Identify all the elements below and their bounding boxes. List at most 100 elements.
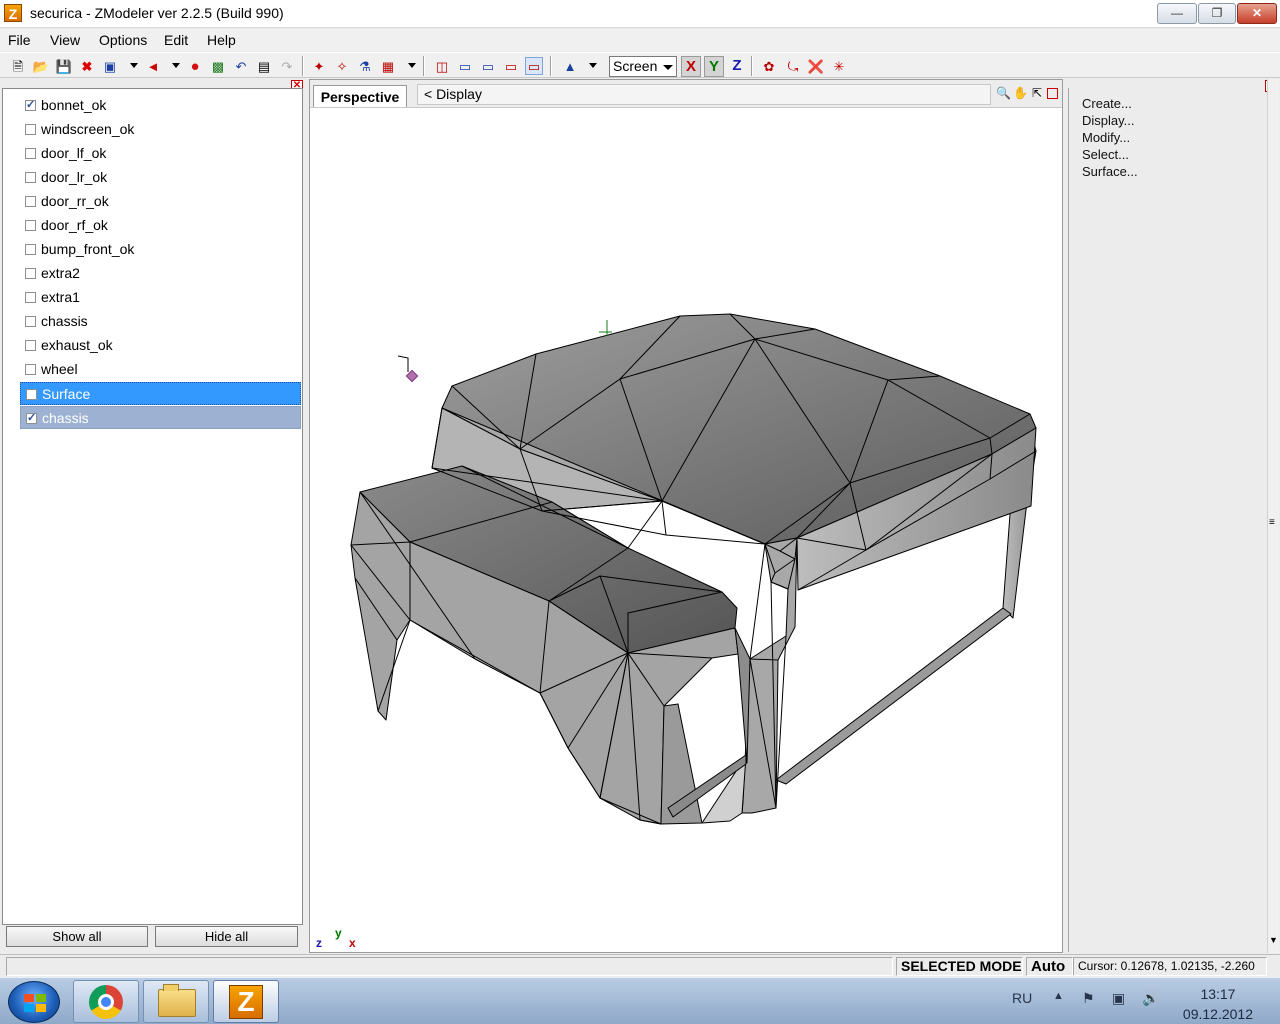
save-icon[interactable]: 💾 bbox=[55, 57, 73, 75]
vertex-mode-icon[interactable]: ◫ bbox=[433, 57, 451, 75]
command-item[interactable]: Select... bbox=[1082, 147, 1129, 162]
shape-dropdown-icon[interactable] bbox=[589, 63, 597, 68]
redo-icon[interactable]: ↷ bbox=[278, 57, 296, 75]
select-edge-icon[interactable]: ✧ bbox=[333, 57, 351, 75]
visibility-checkbox[interactable] bbox=[25, 220, 36, 231]
record-icon[interactable]: ● bbox=[186, 57, 204, 75]
command-item[interactable]: Surface... bbox=[1082, 164, 1138, 179]
view-select[interactable]: Screen bbox=[609, 56, 677, 77]
select-vertex-icon[interactable]: ✦ bbox=[310, 57, 328, 75]
start-button[interactable] bbox=[8, 981, 60, 1023]
scroll-down-icon[interactable]: ▼ bbox=[1269, 935, 1278, 945]
object-list-item[interactable]: door_rr_ok bbox=[20, 190, 301, 213]
object-list-item[interactable]: extra2 bbox=[20, 262, 301, 285]
face-mode-icon[interactable]: ▭ bbox=[479, 57, 497, 75]
object-list-item[interactable]: chassis bbox=[20, 310, 301, 333]
select-face-icon[interactable]: ▦ bbox=[379, 57, 397, 75]
clock[interactable]: 13:17 09.12.2012 bbox=[1183, 984, 1253, 1024]
object-list-item[interactable]: windscreen_ok bbox=[20, 118, 301, 141]
export-icon[interactable]: ▣ bbox=[101, 57, 119, 75]
export-dropdown-icon[interactable] bbox=[130, 63, 138, 68]
visibility-checkbox[interactable] bbox=[25, 316, 36, 327]
tray-expand-icon[interactable]: ▲ bbox=[1053, 990, 1064, 1002]
restore-button[interactable]: ❐ bbox=[1198, 3, 1236, 24]
volume-icon[interactable]: 🔊 bbox=[1142, 990, 1159, 1007]
object-list-item[interactable]: ✓ chassis bbox=[20, 406, 301, 429]
visibility-checkbox[interactable]: ✓ bbox=[25, 100, 36, 111]
menu-edit[interactable]: Edit bbox=[164, 32, 188, 48]
image-icon[interactable]: ▩ bbox=[209, 57, 227, 75]
display-breadcrumb[interactable]: < Display bbox=[417, 84, 991, 105]
visibility-checkbox[interactable] bbox=[25, 172, 36, 183]
objects-list[interactable]: ✓ bonnet_ok windscreen_ok door_lf_ok door_lr… bbox=[2, 88, 303, 925]
new-file-icon[interactable]: 🗎 bbox=[9, 57, 27, 75]
taskbar-zmodeler[interactable]: Z bbox=[213, 980, 279, 1023]
undo-icon[interactable]: ↶ bbox=[232, 57, 250, 75]
visibility-checkbox[interactable]: ✓ bbox=[26, 413, 37, 424]
object-list-item[interactable]: door_lf_ok bbox=[20, 142, 301, 165]
import-icon[interactable]: ◄ bbox=[144, 57, 162, 75]
tab-perspective[interactable]: Perspective bbox=[313, 85, 407, 107]
object-mode-icon[interactable]: ▭ bbox=[502, 57, 520, 75]
menu-file[interactable]: File bbox=[8, 32, 31, 48]
object-list-item[interactable]: door_lr_ok bbox=[20, 166, 301, 189]
delete-icon[interactable]: ✖ bbox=[78, 57, 96, 75]
object-list-item[interactable]: bump_front_ok bbox=[20, 238, 301, 261]
object-list-item[interactable]: ✓ bonnet_ok bbox=[20, 94, 301, 117]
walk-icon[interactable]: ⚗ bbox=[356, 57, 374, 75]
rotate-icon[interactable]: ❌ bbox=[807, 57, 825, 75]
axis-z-toggle[interactable]: Z bbox=[727, 56, 747, 77]
show-all-button[interactable]: Show all bbox=[6, 926, 148, 947]
minimize-button[interactable]: — bbox=[1157, 3, 1197, 24]
visibility-checkbox[interactable] bbox=[25, 268, 36, 279]
language-indicator[interactable]: RU bbox=[1012, 990, 1032, 1006]
command-item[interactable]: Modify... bbox=[1082, 130, 1130, 145]
maximize-viewport-icon[interactable] bbox=[1047, 88, 1058, 99]
network-icon[interactable]: ▣ bbox=[1112, 990, 1125, 1007]
cone-icon[interactable]: ▲ bbox=[561, 57, 579, 75]
visibility-checkbox[interactable] bbox=[25, 148, 36, 159]
notes-icon[interactable]: ▤ bbox=[255, 57, 273, 75]
menu-help[interactable]: Help bbox=[207, 32, 236, 48]
action-center-flag-icon[interactable]: ⚑ bbox=[1082, 990, 1095, 1007]
magnet-icon[interactable]: ✿ bbox=[760, 57, 778, 75]
open-folder-icon[interactable]: 📂 bbox=[32, 57, 50, 75]
object-list-item[interactable]: door_rf_ok bbox=[20, 214, 301, 237]
model-scene[interactable] bbox=[310, 108, 1062, 952]
visibility-checkbox[interactable] bbox=[25, 244, 36, 255]
visibility-checkbox[interactable] bbox=[25, 124, 36, 135]
visibility-checkbox[interactable] bbox=[25, 196, 36, 207]
viewport-perspective[interactable]: Perspective < Display 🔍 ✋ ⇱ z y x bbox=[309, 79, 1063, 953]
close-button[interactable]: ✕ bbox=[1237, 3, 1277, 24]
pan-hand-icon[interactable]: ✋ bbox=[1013, 86, 1028, 100]
import-dropdown-icon[interactable] bbox=[172, 63, 180, 68]
visibility-checkbox[interactable] bbox=[25, 340, 36, 351]
visibility-checkbox[interactable] bbox=[25, 364, 36, 375]
select-dropdown-icon[interactable] bbox=[408, 63, 416, 68]
edge-mode-icon[interactable]: ▭ bbox=[456, 57, 474, 75]
fit-view-icon[interactable]: ⇱ bbox=[1030, 86, 1044, 100]
command-item[interactable]: Create... bbox=[1082, 96, 1132, 111]
menu-options[interactable]: Options bbox=[99, 32, 147, 48]
taskbar-chrome[interactable] bbox=[73, 980, 139, 1023]
scale-icon[interactable]: ✳ bbox=[830, 57, 848, 75]
move-icon[interactable]: ⤿ bbox=[784, 57, 802, 75]
title-bar[interactable]: Z securica - ZModeler ver 2.2.5 (Build 9… bbox=[0, 0, 1280, 28]
menu-view[interactable]: View bbox=[50, 32, 80, 48]
object-list-item[interactable]: Surface bbox=[20, 382, 301, 405]
visibility-checkbox[interactable] bbox=[25, 292, 36, 303]
object-list-item[interactable]: exhaust_ok bbox=[20, 334, 301, 357]
hide-all-button[interactable]: Hide all bbox=[155, 926, 298, 947]
command-scrollbar[interactable]: ≡ ▼ bbox=[1267, 79, 1279, 953]
object-list-item[interactable]: wheel bbox=[20, 358, 301, 381]
axis-x-toggle[interactable]: X bbox=[681, 56, 701, 77]
command-item[interactable]: Display... bbox=[1082, 113, 1135, 128]
visibility-checkbox[interactable] bbox=[26, 389, 37, 400]
axis-y-toggle[interactable]: Y bbox=[704, 56, 724, 77]
status-auto[interactable]: Auto bbox=[1026, 957, 1073, 976]
app-logo-icon[interactable]: Z bbox=[4, 4, 22, 22]
object-list-item[interactable]: extra1 bbox=[20, 286, 301, 309]
taskbar-explorer[interactable] bbox=[143, 980, 209, 1023]
zoom-icon[interactable]: 🔍 bbox=[996, 86, 1011, 100]
group-mode-icon[interactable]: ▭ bbox=[525, 57, 543, 75]
